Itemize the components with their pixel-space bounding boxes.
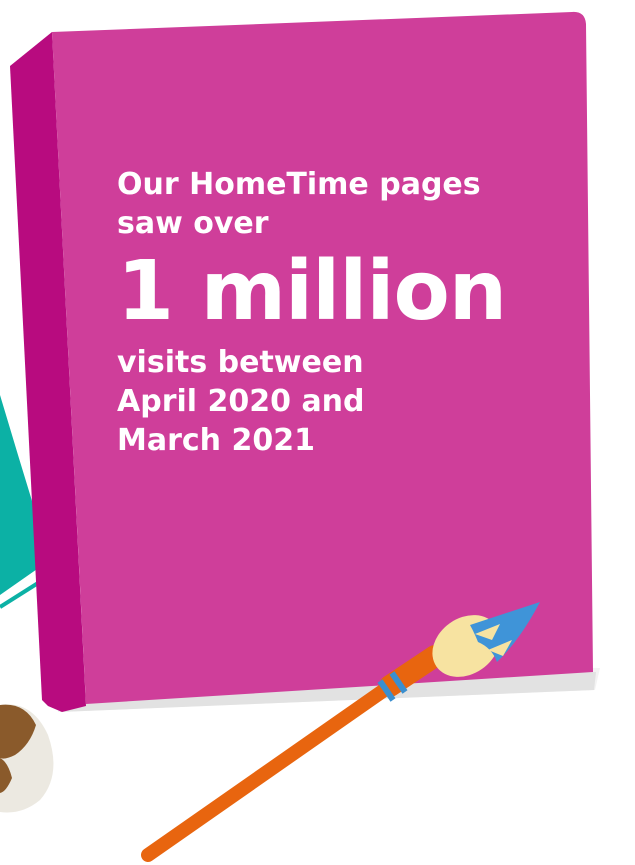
paint-pot: [0, 704, 54, 813]
hometime-infographic: Our HomeTime pages saw over 1 million vi…: [0, 0, 635, 865]
book-text-block: Our HomeTime pages saw over 1 million vi…: [117, 165, 547, 460]
visits-figure: 1 million: [117, 244, 507, 339]
outro-text: visits between April 2020 and March 2021: [117, 345, 365, 458]
intro-text: Our HomeTime pages saw over: [117, 167, 481, 241]
